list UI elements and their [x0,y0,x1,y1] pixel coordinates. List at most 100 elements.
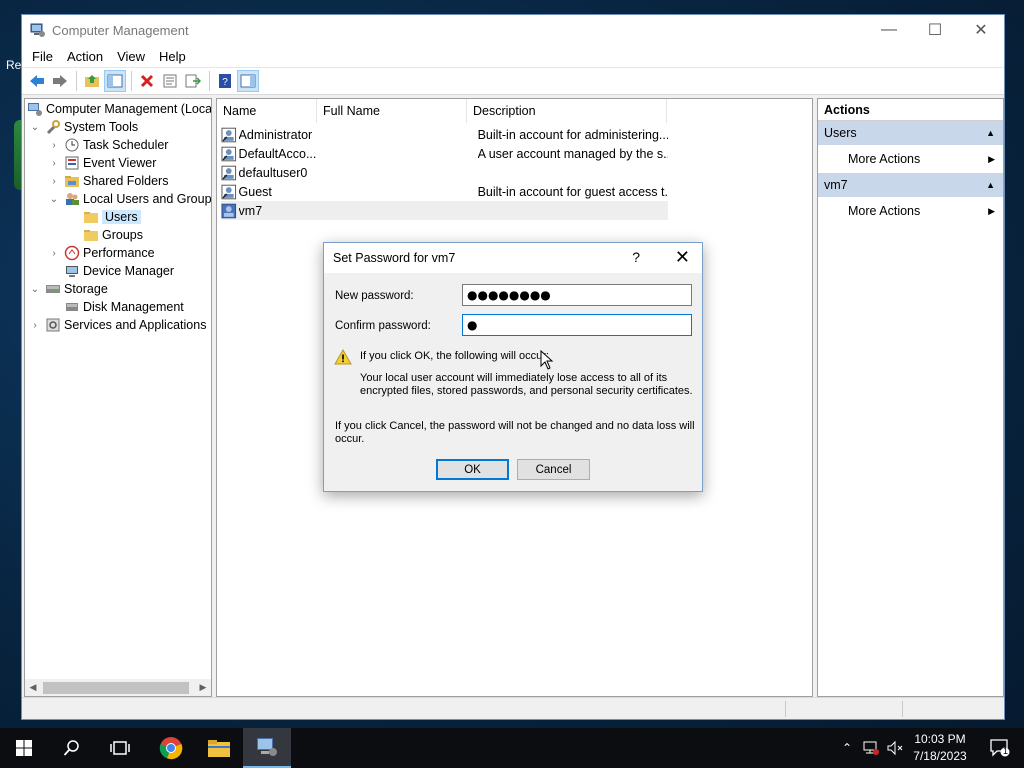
show-hide-action-pane-button[interactable] [237,70,259,92]
actions-pane: Actions Users ▲ More Actions ▶ vm7 ▲ Mor… [817,98,1004,697]
help-button[interactable]: ? [214,70,236,92]
menu-file[interactable]: File [25,49,60,64]
confirm-password-field[interactable]: ● [462,314,692,336]
search-button[interactable] [48,728,96,768]
close-button[interactable]: ✕ [958,15,1004,45]
performance-icon [64,245,80,261]
clock[interactable]: 10:03 PM 7/18/2023 [905,731,975,765]
column-name-header[interactable]: Name [217,99,317,123]
cancel-button[interactable]: Cancel [517,459,590,480]
tree-horizontal-scrollbar[interactable]: ◀ ▶ [25,679,211,696]
start-button[interactable] [0,728,48,768]
user-row-vm7[interactable]: vm7 [221,201,668,220]
more-actions-vm7[interactable]: More Actions ▶ [818,197,1003,225]
tree-node-device-manager[interactable]: Device Manager [64,262,174,280]
user-row-defaultaccount[interactable]: DefaultAcco... A user account managed by… [221,144,668,163]
user-account-icon [221,146,237,161]
title-bar[interactable]: Computer Management — ☐ ✕ [22,15,1004,45]
action-center-button[interactable]: 1 [976,728,1024,768]
volume-muted-icon[interactable] [886,740,904,756]
column-description-header[interactable]: Description [467,99,667,123]
file-explorer-taskbar-button[interactable] [195,728,243,768]
ok-button[interactable]: OK [436,459,509,480]
action-item-label: More Actions [848,204,921,218]
menu-action[interactable]: Action [60,49,110,64]
chevron-down-icon[interactable]: ⌄ [48,194,60,205]
scroll-thumb[interactable] [43,681,189,694]
back-button[interactable] [26,70,48,92]
user-description: Built-in account for administering... [477,127,669,142]
computer-management-taskbar-button[interactable] [243,728,291,768]
help-icon[interactable]: ? [632,249,640,265]
user-name: vm7 [238,203,263,218]
tree-node-disk-management[interactable]: Disk Management [64,298,184,316]
dialog-close-button[interactable]: ✕ [675,247,690,268]
menu-view[interactable]: View [110,49,152,64]
notification-count-badge: 1 [1003,746,1009,756]
tree-node-local-users-groups[interactable]: ⌄ Local Users and Groups [48,190,212,208]
delete-button[interactable] [136,70,158,92]
collapse-up-icon[interactable]: ▲ [986,180,995,190]
export-list-button[interactable] [182,70,204,92]
tree-node-label: System Tools [64,120,139,134]
show-hide-console-tree-button[interactable] [104,70,126,92]
clock-date: 7/18/2023 [913,749,967,763]
chevron-down-icon[interactable]: ⌄ [29,284,41,295]
user-row-administrator[interactable]: Administrator Built-in account for admin… [221,125,668,144]
chevron-right-icon[interactable]: › [48,158,60,169]
dialog-title-bar[interactable]: Set Password for vm7 ? ✕ [324,243,702,273]
tree-node-groups[interactable]: Groups [83,226,143,244]
scroll-left-icon[interactable]: ◀ [25,682,41,693]
computer-management-icon [30,23,45,37]
chevron-right-icon[interactable]: › [29,320,41,331]
tree-node-services-applications[interactable]: › Services and Applications [29,316,206,334]
collapse-up-icon[interactable]: ▲ [986,128,995,138]
tree-node-event-viewer[interactable]: › Event Viewer [48,154,156,172]
user-row-defaultuser0[interactable]: defaultuser0 [221,163,668,182]
submenu-arrow-icon: ▶ [988,153,995,164]
actions-group-vm7[interactable]: vm7 ▲ [818,173,1003,197]
chrome-icon [159,737,183,760]
menu-help[interactable]: Help [152,49,193,64]
tree-node-label: Shared Folders [83,174,169,188]
tree-node-users[interactable]: Users [83,208,141,226]
toolbar-separator [76,71,77,91]
tree-node-system-tools[interactable]: ⌄ System Tools [29,118,138,136]
minimize-button[interactable]: — [866,15,912,45]
back-arrow-icon [30,75,44,87]
confirm-password-label: Confirm password: [335,320,431,332]
chrome-taskbar-button[interactable] [147,728,195,768]
warning-heading: If you click OK, the following will occu… [360,350,549,362]
actions-group-users[interactable]: Users ▲ [818,121,1003,145]
cancel-note-line1: If you click Cancel, the password will n… [335,420,695,432]
tree-node-label: Local Users and Groups [83,192,212,206]
new-password-field[interactable]: ●●●●●●●● [462,284,692,306]
maximize-button[interactable]: ☐ [912,15,958,45]
desktop-icon-label: Re [6,58,22,72]
chevron-down-icon[interactable]: ⌄ [29,122,41,133]
tree-node-shared-folders[interactable]: › Shared Folders [48,172,168,190]
user-row-guest[interactable]: Guest Built-in account for guest access … [221,182,668,201]
forward-arrow-icon [53,75,67,87]
task-view-button[interactable] [96,728,144,768]
tree-node-computer-management[interactable]: Computer Management (Local [27,100,211,118]
submenu-arrow-icon: ▶ [988,205,995,216]
toolbar: ? [22,67,1004,95]
chevron-right-icon[interactable]: › [48,176,60,187]
column-full-name-header[interactable]: Full Name [317,99,467,123]
chevron-right-icon[interactable]: › [48,248,60,259]
more-actions-users[interactable]: More Actions ▶ [818,145,1003,173]
local-users-groups-icon [66,193,79,205]
network-icon[interactable] [862,740,880,756]
storage-icon [46,285,60,293]
tree-node-storage[interactable]: ⌄ Storage [29,280,108,298]
show-hidden-icons-icon[interactable]: ⌃ [838,741,856,755]
tree-node-label: Performance [83,246,155,260]
tree-node-performance[interactable]: › Performance [48,244,155,262]
scroll-right-icon[interactable]: ▶ [195,682,211,693]
tree-node-task-scheduler[interactable]: › Task Scheduler [48,136,168,154]
properties-button[interactable] [159,70,181,92]
chevron-right-icon[interactable]: › [48,140,60,151]
up-one-level-button[interactable] [81,70,103,92]
forward-button[interactable] [49,70,71,92]
